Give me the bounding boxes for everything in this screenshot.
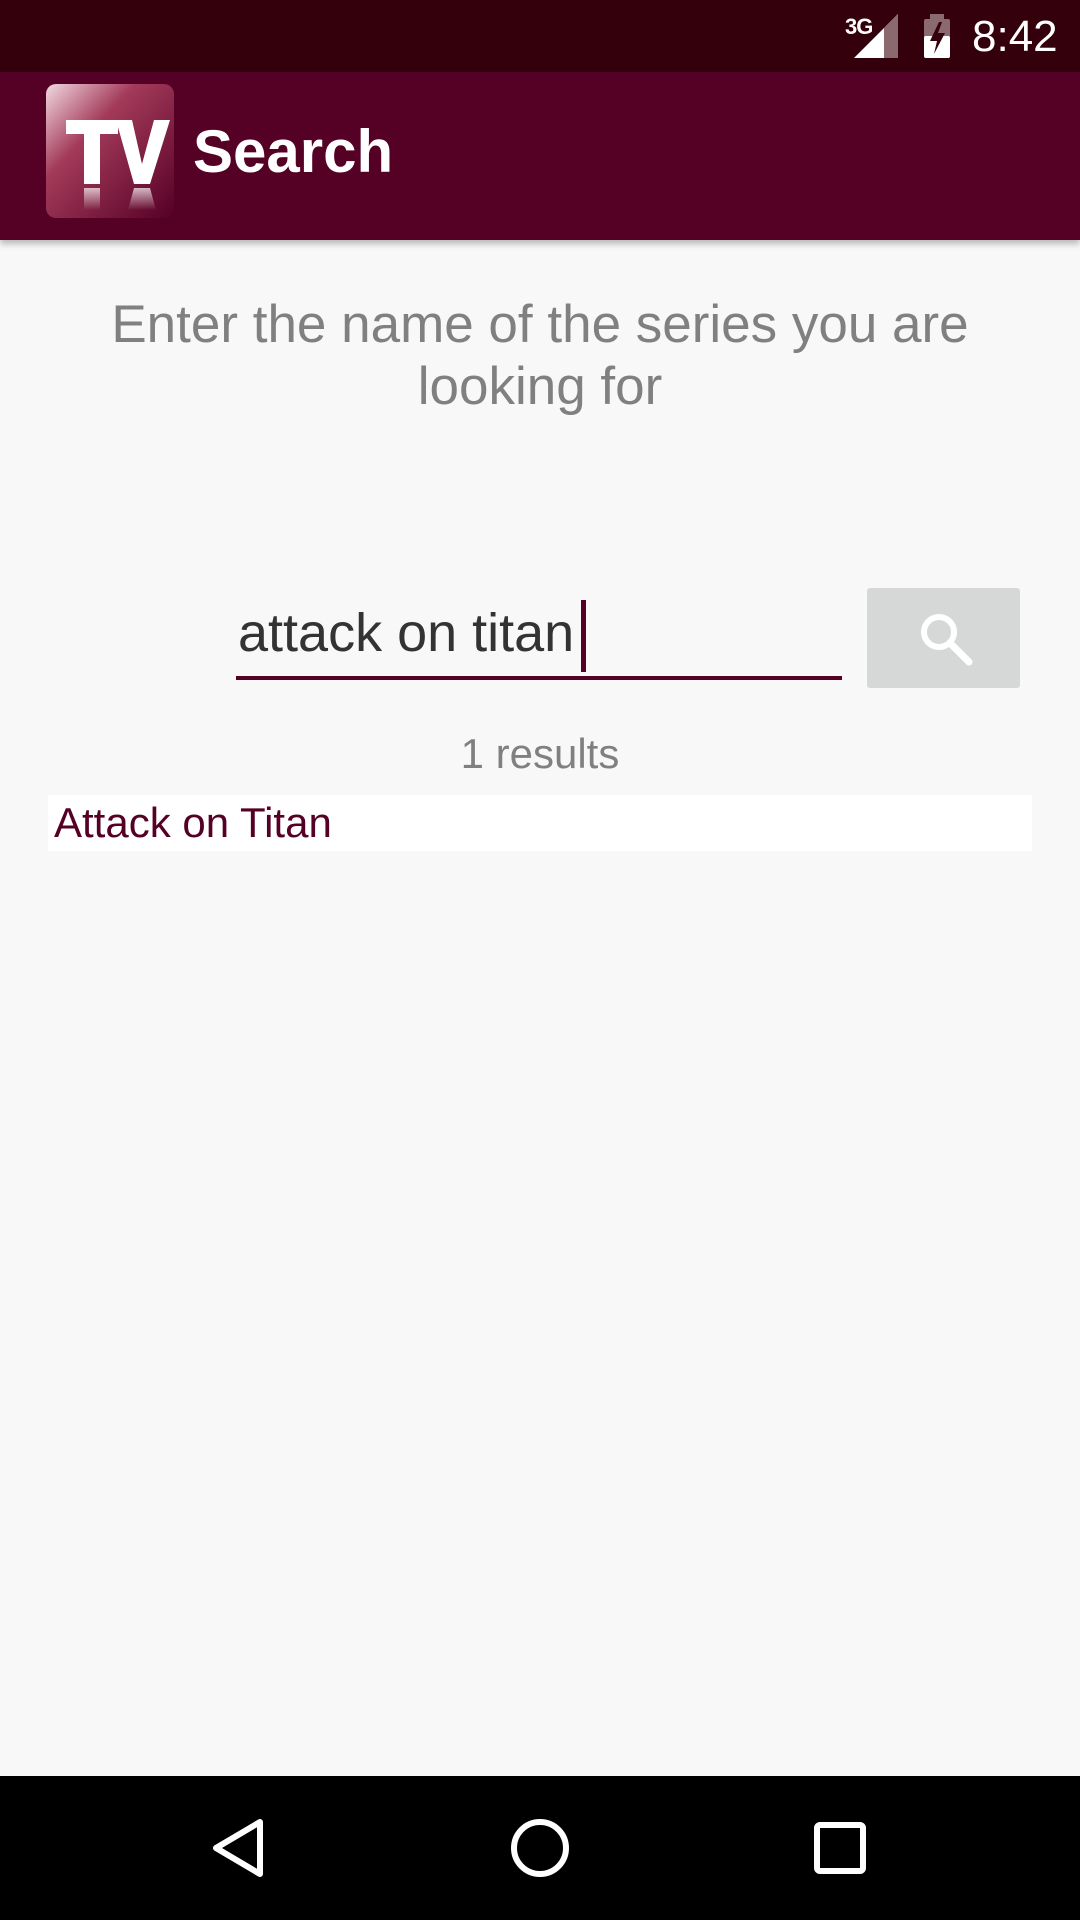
battery-charging-icon — [924, 14, 950, 58]
recents-button[interactable] — [790, 1798, 890, 1898]
back-button[interactable] — [190, 1798, 290, 1898]
app-bar: Search — [0, 72, 1080, 240]
results-list: Attack on Titan — [48, 795, 1032, 851]
network-type-label: 3G — [845, 14, 873, 39]
tv-logo — [46, 84, 174, 218]
search-input[interactable] — [236, 596, 842, 680]
results-count: 1 results — [460, 730, 620, 777]
page-title: Search — [193, 118, 394, 185]
search-icon — [921, 614, 973, 666]
status-bar: 3G 8:42 — [0, 0, 1080, 72]
home-button[interactable] — [490, 1798, 590, 1898]
recents-icon — [814, 1822, 866, 1874]
system-nav-bar — [0, 1776, 1080, 1920]
text-cursor — [581, 600, 586, 672]
back-icon — [213, 1819, 263, 1877]
search-button[interactable] — [867, 588, 1020, 688]
status-clock: 8:42 — [972, 12, 1058, 61]
search-instruction: Enter the name of the series you are loo… — [111, 295, 969, 416]
home-icon — [511, 1819, 569, 1877]
result-item[interactable]: Attack on Titan — [48, 795, 1032, 851]
